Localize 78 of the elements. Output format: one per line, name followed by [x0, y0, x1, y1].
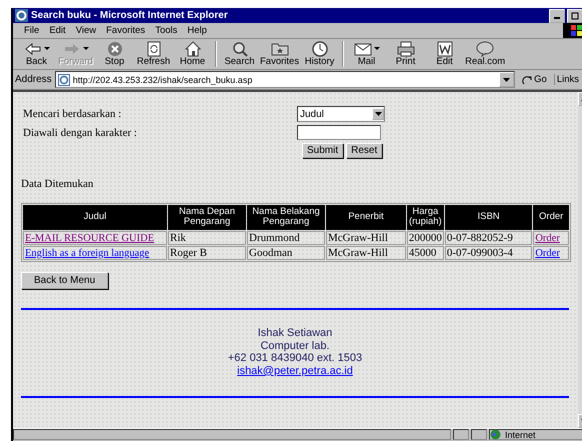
toolbar-button[interactable]: Real.com [464, 40, 506, 68]
maximize-icon [571, 12, 579, 20]
table-cell: McGraw-Hill [326, 246, 406, 260]
column-header: Penerbit [326, 205, 406, 230]
toolbar-button[interactable]: Refresh [134, 40, 173, 68]
page-icon [58, 74, 70, 86]
dropdown-caret-icon [82, 46, 88, 51]
menu-item[interactable]: Help [182, 25, 212, 36]
window-title: Search buku - Microsoft Internet Explorer [31, 10, 228, 21]
search-icon [232, 40, 248, 57]
table-cell: Drummond [247, 230, 325, 245]
envelope-icon [354, 42, 372, 56]
menu-item[interactable]: Favorites [101, 25, 150, 36]
column-header: Harga (rupiah) [406, 205, 444, 230]
edit-page-icon [436, 40, 453, 57]
address-field[interactable]: http://202.43.253.232/ishak/search_buku.asp [54, 71, 516, 88]
address-label: Address [15, 74, 52, 85]
table-cell: Roger B [168, 246, 246, 260]
globe-icon [490, 429, 501, 440]
toolbar-button[interactable]: Print [386, 40, 426, 68]
curved-arrow-icon [522, 74, 532, 84]
caret-icon [503, 78, 510, 82]
table-cell: 0-07-882052-9 [444, 230, 532, 245]
minimize-icon [554, 17, 560, 19]
menu-item[interactable]: Tools [150, 25, 182, 36]
toolbar-button[interactable]: Edit [425, 40, 464, 68]
table-cell: McGraw-Hill [326, 230, 406, 245]
printer-icon [396, 40, 415, 57]
back-to-menu-button[interactable]: Back to Menu [21, 272, 108, 289]
toolbar-button[interactable]: Home [173, 40, 212, 68]
form-button[interactable]: Submit [302, 143, 344, 158]
form-button[interactable]: Reset [346, 143, 382, 158]
department-text: Computer lab. [260, 340, 330, 352]
column-header: Judul [23, 205, 167, 230]
caret-icon [374, 112, 382, 116]
clock-icon [312, 40, 328, 57]
dropdown-button[interactable] [499, 72, 514, 87]
input-field[interactable] [297, 125, 381, 140]
menu-item[interactable]: File [19, 25, 44, 36]
toolbar-button[interactable]: History [300, 40, 340, 68]
left-arrow-icon [24, 42, 42, 56]
table-cell: 200000 [406, 230, 444, 245]
folder-icon [270, 41, 289, 56]
table-cell: Goodman [247, 246, 325, 260]
column-header: Nama Depan Pengarang [168, 205, 246, 230]
speech-bubble-icon [476, 40, 494, 57]
minimize-button[interactable] [549, 8, 565, 22]
stop-icon [106, 40, 122, 57]
results-heading: Data Ditemukan [21, 178, 94, 190]
table-cell: 45000 [406, 246, 444, 260]
refresh-icon [146, 40, 160, 57]
column-header: Nama Belakang Pengarang [247, 205, 325, 230]
toolbar-button[interactable]: Favorites [259, 40, 300, 68]
dropdown-caret-icon [374, 46, 380, 51]
links-button[interactable]: Links [554, 74, 581, 85]
security-zone-label: Internet [505, 430, 536, 440]
toolbar-button[interactable]: Search [220, 40, 259, 68]
right-arrow-icon [62, 42, 80, 56]
toolbar-button[interactable]: Stop [95, 40, 134, 68]
table-cell: Rik [168, 230, 246, 245]
author-name: Ishak Setiawan [258, 326, 332, 340]
go-button[interactable]: Go [518, 74, 551, 85]
home-icon [184, 40, 200, 57]
search-by-dropdown[interactable]: Judul [297, 106, 385, 122]
menu-item[interactable]: View [70, 25, 102, 36]
restore-button[interactable] [567, 8, 582, 22]
field-label: Mencari berdasarkan : [22, 108, 122, 120]
menu-item[interactable]: Edit [44, 25, 71, 36]
email-link[interactable]: ishak@peter.petra.ac.id [237, 364, 353, 378]
field-label: Diawali dengan karakter : [22, 126, 138, 138]
toolbar-button[interactable]: Mail [347, 40, 386, 68]
toolbar-button[interactable]: Back [17, 40, 56, 68]
table-cell: 0-07-099003-4 [444, 246, 532, 260]
dropdown-caret-icon [44, 46, 50, 51]
column-header: ISBN [444, 205, 532, 230]
phone-number: +62 031 8439040 ext. 1503 [228, 352, 362, 365]
column-header: Order [533, 205, 569, 230]
browser-logo-icon [15, 9, 28, 22]
